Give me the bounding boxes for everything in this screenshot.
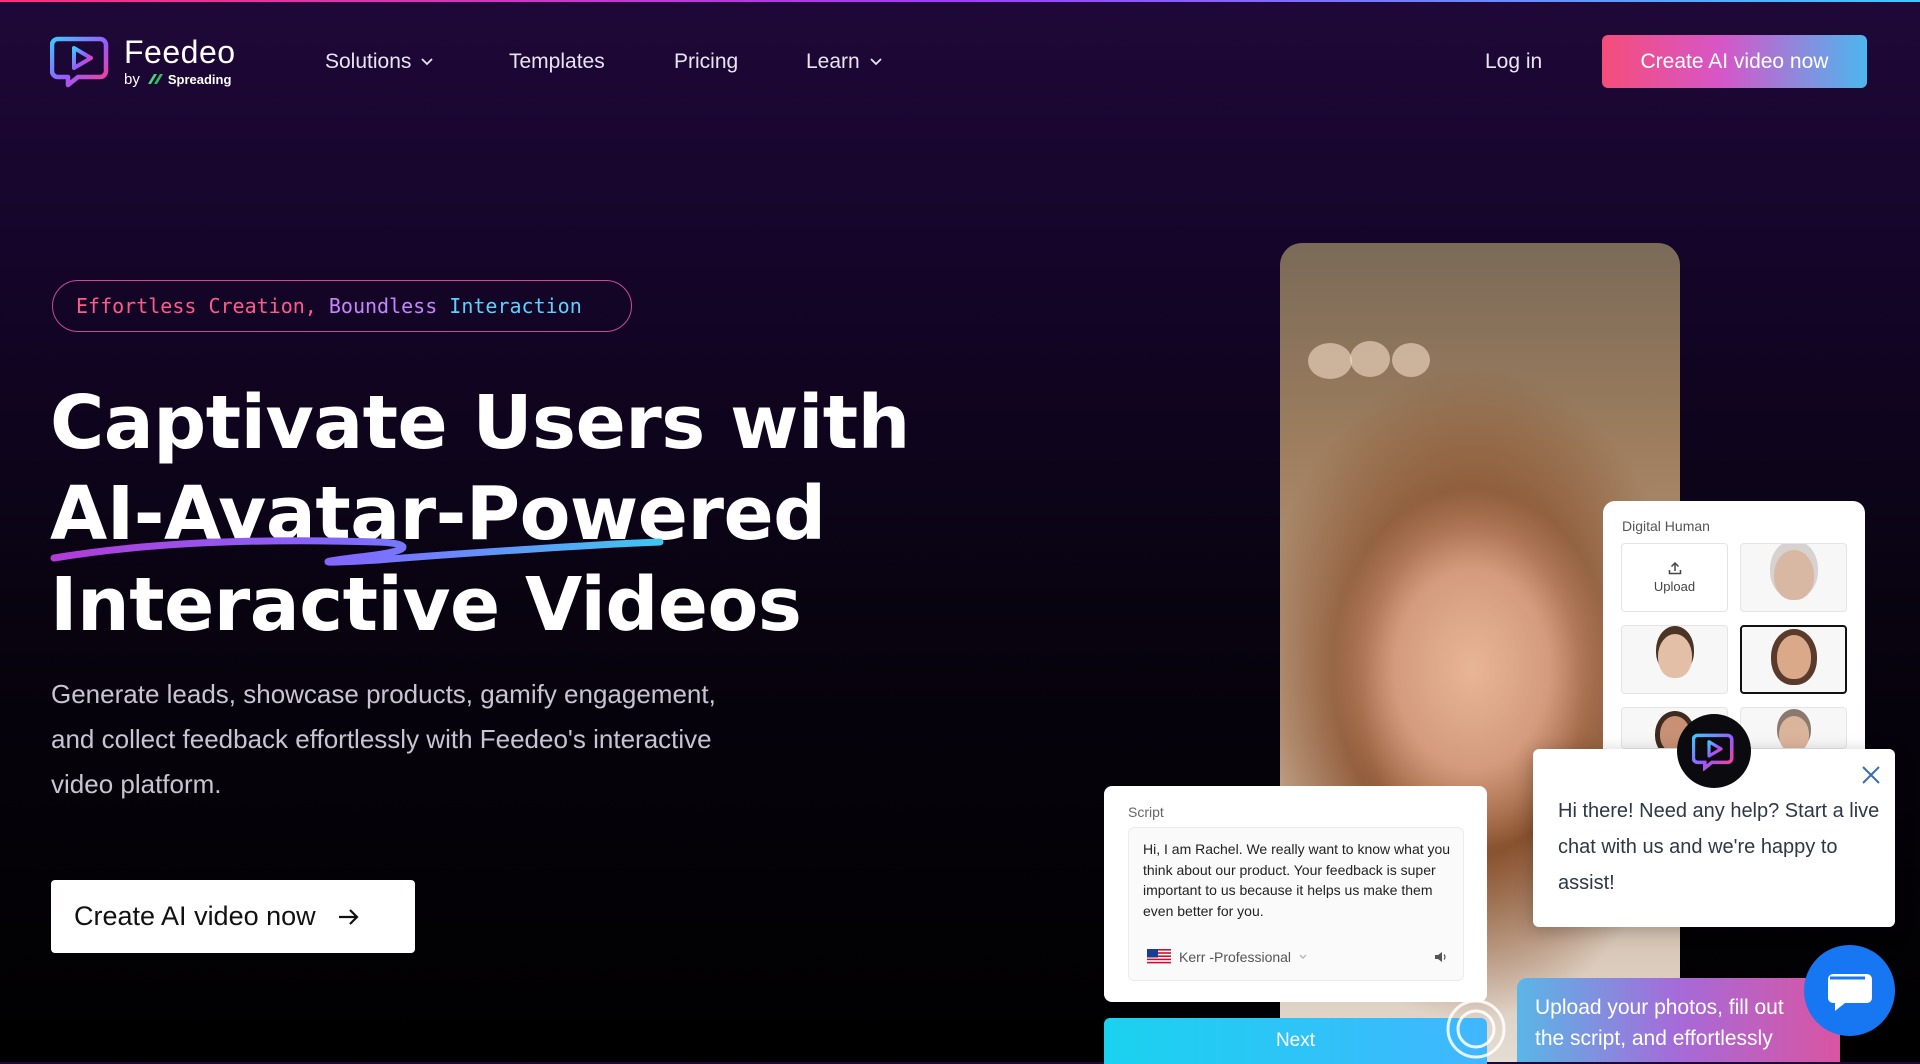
chat-message: Hi there! Need any help? Start a live ch…: [1558, 800, 1880, 894]
arrow-right-icon: [338, 908, 359, 925]
nav-pricing[interactable]: Pricing: [674, 50, 738, 74]
avatar-option-selected-woman[interactable]: [1740, 625, 1847, 694]
hero-subtitle: Generate leads, showcase products, gamif…: [51, 679, 716, 799]
script-label: Script: [1128, 804, 1164, 820]
top-accent-line: [0, 0, 1920, 2]
nav-pricing-label: Pricing: [674, 50, 739, 73]
upload-tip-banner: Upload your photos, fill out the script,…: [1517, 978, 1840, 1062]
chevron-down-icon: [421, 58, 434, 66]
speaker-icon[interactable]: [1433, 950, 1447, 964]
avatar-option-young-man[interactable]: [1621, 625, 1728, 694]
brand-by: by: [124, 70, 140, 88]
next-button[interactable]: Next: [1104, 1018, 1487, 1064]
upload-label: Upload: [1653, 579, 1696, 594]
nav-solutions[interactable]: Solutions: [325, 50, 434, 74]
upload-tip-line2: the script, and effortlessly: [1535, 1027, 1773, 1050]
chevron-down-icon: [1299, 954, 1307, 959]
headline-underline-squiggle: [50, 537, 664, 566]
flag-us-icon: [1147, 949, 1171, 965]
create-ai-video-nav-button[interactable]: Create AI video now: [1602, 35, 1867, 88]
tagline-part1: Effortless Creation,: [76, 294, 317, 318]
chat-agent-avatar: [1677, 714, 1751, 788]
bokeh-light: [1308, 343, 1352, 379]
feedeo-logo-icon: [50, 36, 109, 88]
close-icon[interactable]: [1859, 763, 1883, 787]
nav-templates[interactable]: Templates: [509, 50, 605, 74]
feedeo-logo[interactable]: Feedeo by Spreading: [50, 33, 236, 89]
script-card: Script Hi, I am Rachel. We really want t…: [1104, 786, 1487, 1002]
upload-tip-line1: Upload your photos, fill out: [1535, 996, 1784, 1019]
script-text: Hi, I am Rachel. We really want to know …: [1143, 841, 1451, 919]
tagline-part3: Interaction: [449, 294, 582, 318]
headline-line3: Interactive Videos: [50, 562, 802, 648]
nav-solutions-label: Solutions: [325, 50, 412, 73]
brand-name: Feedeo: [124, 33, 236, 70]
brand-parent: Spreading: [167, 71, 232, 87]
chat-launcher-button[interactable]: [1804, 945, 1895, 1036]
tagline-part2: Boundless: [328, 294, 438, 318]
headline-line1: Captivate Users with: [50, 380, 910, 466]
bokeh-light: [1350, 341, 1390, 377]
bokeh-light: [1392, 343, 1430, 377]
chat-bubble-icon: [1827, 973, 1872, 1011]
hero-headline: Captivate Users with AI-Avatar-Powered I…: [50, 378, 910, 651]
digital-human-panel: Digital Human Upload: [1603, 501, 1865, 749]
avatar-option-elder-woman[interactable]: [1740, 543, 1847, 612]
script-textarea[interactable]: Hi, I am Rachel. We really want to know …: [1128, 827, 1464, 981]
nav-learn-label: Learn: [806, 50, 860, 73]
spreading-logo-icon: [147, 74, 163, 84]
upload-avatar-button[interactable]: Upload: [1621, 543, 1728, 612]
voice-label: Kerr -Professional: [1179, 949, 1292, 965]
feedeo-logo-icon: [1692, 733, 1734, 771]
hero-cta-label: Create AI video now: [74, 901, 316, 931]
upload-icon: [1668, 561, 1681, 575]
chevron-down-icon: [870, 58, 882, 66]
digital-human-title: Digital Human: [1622, 518, 1710, 534]
create-ai-video-hero-button[interactable]: Create AI video now: [51, 880, 415, 953]
nav-templates-label: Templates: [509, 50, 605, 73]
avatar-option-man-glasses[interactable]: [1740, 707, 1847, 749]
click-indicator-ring: [1446, 999, 1506, 1059]
login-link[interactable]: Log in: [1485, 50, 1542, 74]
tagline-pill: Effortless Creation, Boundless Interacti…: [52, 280, 632, 332]
voice-selector[interactable]: Kerr -Professional: [1147, 949, 1307, 965]
nav-learn[interactable]: Learn: [806, 50, 882, 74]
